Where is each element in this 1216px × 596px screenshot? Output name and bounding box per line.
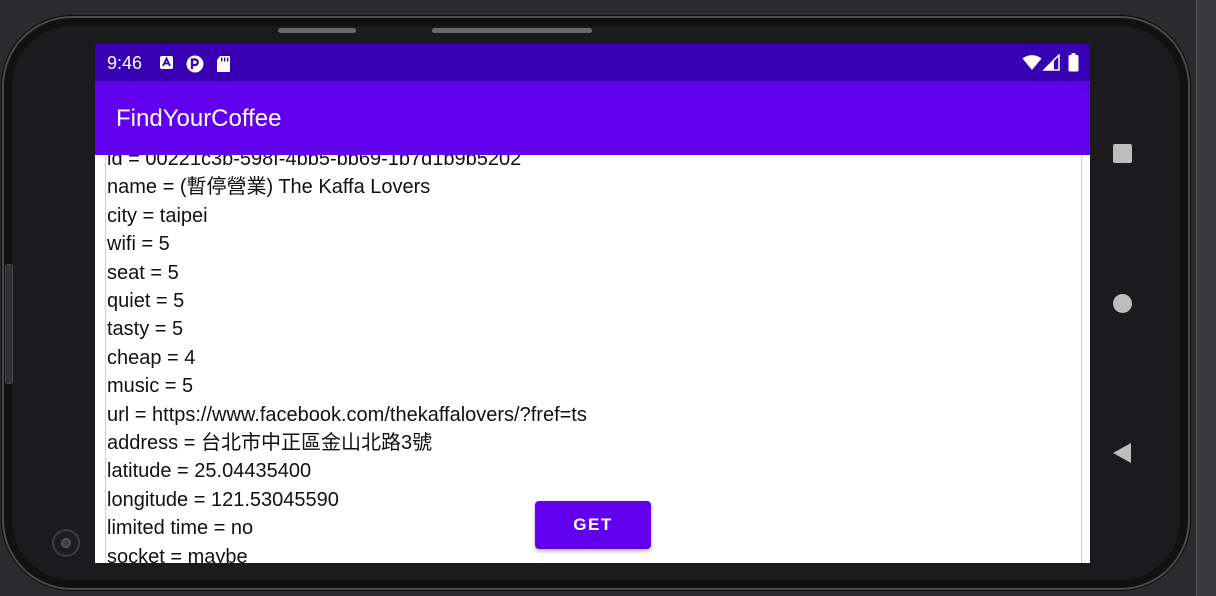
top-frame-button-left <box>278 28 356 33</box>
detail-longitude: longitude = 121.53045590 <box>107 488 339 511</box>
p-notification-icon <box>186 55 204 73</box>
top-frame-button-right <box>432 28 592 33</box>
cell-signal-icon <box>1043 54 1060 71</box>
detail-cheap: cheap = 4 <box>107 346 196 369</box>
back-button[interactable] <box>1111 441 1133 465</box>
detail-quiet: quiet = 5 <box>107 290 185 313</box>
detail-music: music = 5 <box>107 375 194 398</box>
detail-url: url = https://www.facebook.com/thekaffal… <box>107 403 587 426</box>
front-camera-icon <box>52 529 80 557</box>
app-bar: FindYourCoffee <box>95 81 1090 155</box>
app-title: FindYourCoffee <box>116 105 282 132</box>
detail-seat: seat = 5 <box>107 261 179 284</box>
status-time: 9:46 <box>107 53 143 73</box>
home-button[interactable] <box>1112 293 1133 314</box>
sd-card-icon <box>217 56 230 72</box>
detail-socket: socket = maybe <box>107 545 248 563</box>
emulator-window-edge <box>1196 0 1216 596</box>
detail-id: id = 00221c3b-598f-4bb5-bb69-1b7d1b9b520… <box>107 155 522 170</box>
device-screen: 9:46 FindYourCoffee id = 00221c3b-598f-4… <box>95 44 1090 563</box>
shop-details-list: id = 00221c3b-598f-4bb5-bb69-1b7d1b9b520… <box>107 155 587 563</box>
detail-address: address = 台北市中正區金山北路3號 <box>107 432 433 455</box>
detail-city: city = taipei <box>107 204 208 227</box>
recents-button[interactable] <box>1112 143 1133 164</box>
a-notification-icon <box>160 56 173 69</box>
status-bar: 9:46 <box>95 44 1090 81</box>
battery-icon <box>1068 53 1079 72</box>
wifi-icon <box>1022 55 1042 70</box>
side-volume-button[interactable] <box>5 264 13 384</box>
detail-wifi: wifi = 5 <box>107 233 170 256</box>
detail-name: name = (暫停營業) The Kaffa Lovers <box>107 176 431 199</box>
detail-latitude: latitude = 25.04435400 <box>107 460 312 483</box>
detail-limited-time: limited time = no <box>107 517 254 540</box>
detail-tasty: tasty = 5 <box>107 318 184 341</box>
get-button[interactable]: GET <box>535 501 651 549</box>
shop-details-scroll[interactable]: id = 00221c3b-598f-4bb5-bb69-1b7d1b9b520… <box>95 155 1090 563</box>
